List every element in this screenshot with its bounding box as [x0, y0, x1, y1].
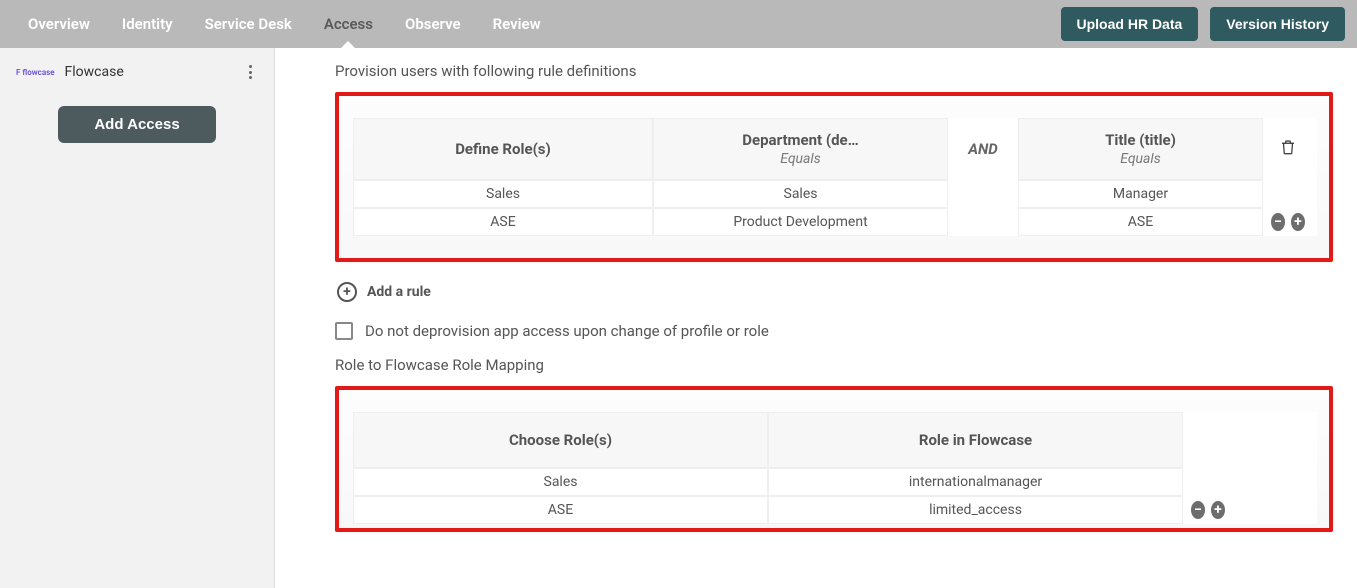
app-logo-icon: F flowcase [16, 68, 55, 77]
col-define-roles: Define Role(s) [353, 118, 653, 180]
nav-identity[interactable]: Identity [106, 0, 189, 48]
table-cell-dept[interactable]: Sales [653, 180, 948, 208]
kebab-menu-icon[interactable] [242, 62, 258, 82]
sidebar-app-row[interactable]: F flowcase Flowcase [0, 48, 274, 96]
col-delete [1263, 118, 1313, 180]
role-mapping-highlight-box: Choose Role(s) Role in Flowcase Sales in… [335, 386, 1333, 532]
main-content: Provision users with following rule defi… [275, 48, 1357, 588]
upload-hr-data-button[interactable]: Upload HR Data [1061, 7, 1199, 41]
sidebar-app-name: Flowcase [65, 64, 124, 80]
trash-icon[interactable] [1279, 137, 1297, 161]
add-row-icon[interactable]: + [1211, 501, 1225, 519]
deprovision-checkbox-row[interactable]: Do not deprovision app access upon chang… [335, 322, 1333, 340]
sidebar: F flowcase Flowcase Add Access [0, 48, 275, 588]
table-cell-spacer [948, 180, 1018, 208]
table-cell-controls [1183, 468, 1233, 496]
body: F flowcase Flowcase Add Access Provision… [0, 48, 1357, 588]
deprovision-checkbox-label: Do not deprovision app access upon chang… [365, 322, 769, 340]
role-mapping-heading: Role to Flowcase Role Mapping [335, 356, 1333, 374]
remove-row-icon[interactable]: − [1191, 501, 1205, 519]
table-cell-local-role[interactable]: Sales [353, 468, 768, 496]
rules-table: Define Role(s) Department (de… Equals AN… [353, 118, 1317, 236]
version-history-button[interactable]: Version History [1210, 7, 1345, 41]
topnav-right: Upload HR Data Version History [1061, 7, 1346, 41]
rules-highlight-box: Define Role(s) Department (de… Equals AN… [335, 92, 1333, 262]
col-spacer [1183, 412, 1233, 468]
nav-review[interactable]: Review [477, 0, 557, 48]
nav-observe[interactable]: Observe [389, 0, 477, 48]
add-access-button[interactable]: Add Access [58, 106, 215, 143]
table-cell-role[interactable]: Sales [353, 180, 653, 208]
add-row-icon[interactable]: + [1291, 213, 1305, 231]
rules-heading: Provision users with following rule defi… [335, 62, 1333, 80]
table-cell-local-role[interactable]: ASE [353, 496, 768, 524]
col-define-roles-label: Define Role(s) [362, 140, 644, 158]
nav-overview[interactable]: Overview [12, 0, 106, 48]
table-cell-spacer [948, 208, 1018, 236]
col-department-sub: Equals [662, 151, 939, 167]
add-rule-button[interactable]: + Add a rule [337, 282, 1333, 302]
col-choose-roles-label: Choose Role(s) [362, 431, 759, 449]
table-cell-role[interactable]: ASE [353, 208, 653, 236]
table-cell-title[interactable]: ASE [1018, 208, 1263, 236]
col-department: Department (de… Equals [653, 118, 948, 180]
remove-row-icon[interactable]: − [1271, 213, 1285, 231]
table-cell-title[interactable]: Manager [1018, 180, 1263, 208]
col-and-operator: AND [948, 118, 1018, 180]
nav-access[interactable]: Access [308, 0, 389, 48]
add-rule-label: Add a rule [367, 284, 431, 300]
topnav: Overview Identity Service Desk Access Ob… [0, 0, 1357, 48]
col-role-in-app-label: Role in Flowcase [777, 431, 1174, 449]
col-department-label: Department (de… [662, 131, 939, 149]
table-cell-app-role[interactable]: internationalmanager [768, 468, 1183, 496]
table-cell-controls: − + [1263, 208, 1313, 236]
sidebar-app-left: F flowcase Flowcase [16, 64, 124, 80]
plus-circle-icon: + [337, 282, 357, 302]
col-title-sub: Equals [1027, 151, 1254, 167]
col-role-in-app: Role in Flowcase [768, 412, 1183, 468]
col-title-label: Title (title) [1027, 131, 1254, 149]
col-choose-roles: Choose Role(s) [353, 412, 768, 468]
col-title: Title (title) Equals [1018, 118, 1263, 180]
checkbox-icon[interactable] [335, 322, 353, 340]
table-cell-app-role[interactable]: limited_access [768, 496, 1183, 524]
table-cell-controls [1263, 180, 1313, 208]
topnav-left: Overview Identity Service Desk Access Ob… [12, 0, 557, 48]
table-cell-controls: − + [1183, 496, 1233, 524]
table-cell-dept[interactable]: Product Development [653, 208, 948, 236]
nav-service-desk[interactable]: Service Desk [189, 0, 308, 48]
role-mapping-table: Choose Role(s) Role in Flowcase Sales in… [353, 412, 1317, 524]
